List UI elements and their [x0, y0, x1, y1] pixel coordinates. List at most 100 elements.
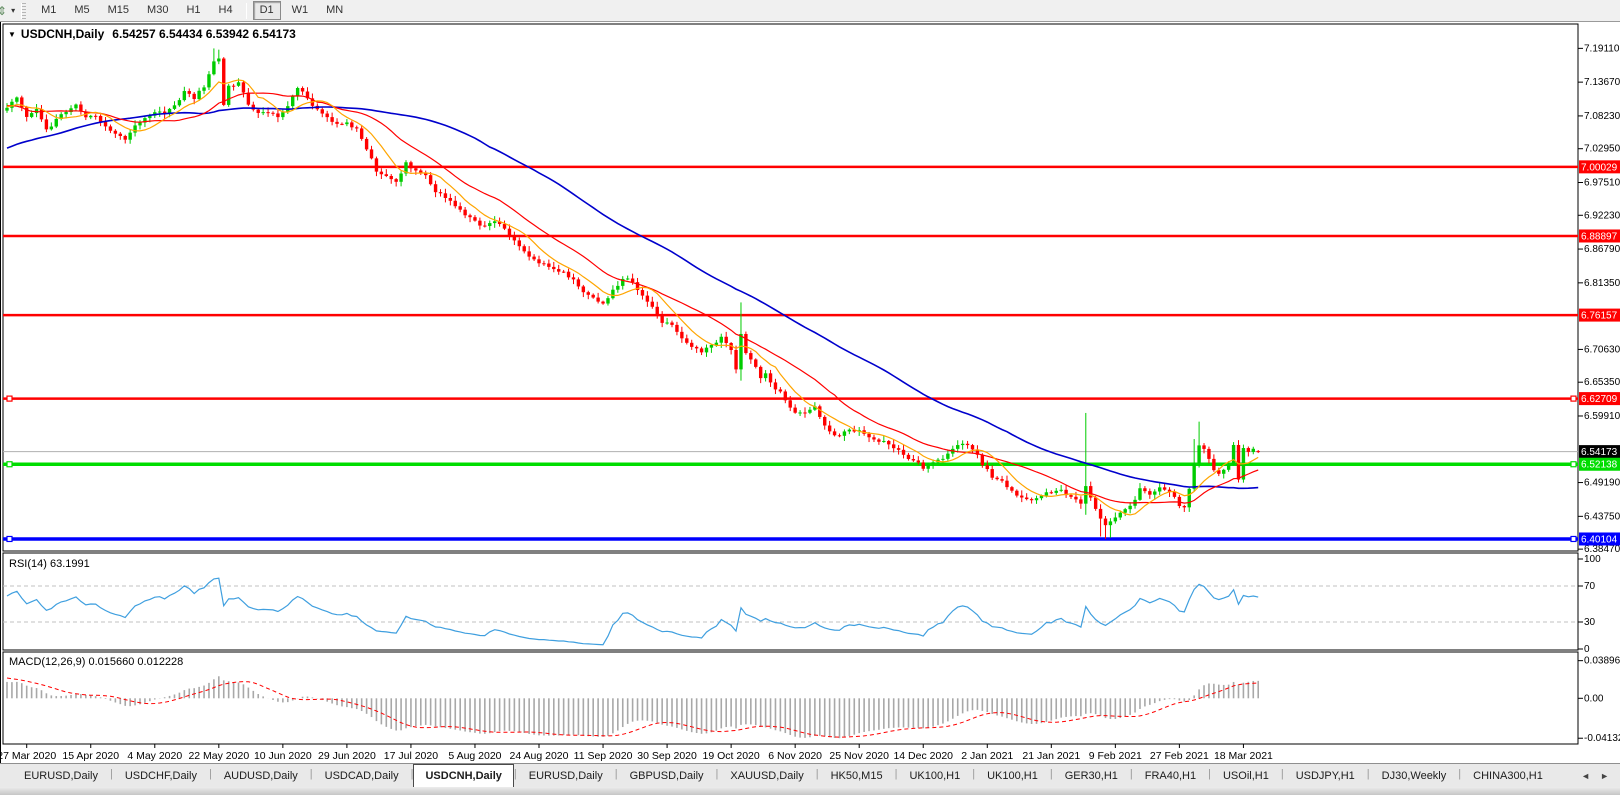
- price-badge-label: 6.40104: [1581, 534, 1618, 545]
- date-tick-label: 9 Feb 2021: [1089, 750, 1142, 762]
- date-tick-label: 6 Nov 2020: [768, 750, 822, 762]
- date-tick-label: 30 Sep 2020: [637, 750, 697, 762]
- chart-tab-bar: EURUSD,Daily | USDCHF,Daily | AUDUSD,Daily | U…: [0, 763, 1620, 787]
- chart-tab-ger30-h1[interactable]: GER30,H1: [1053, 764, 1130, 787]
- macd-tick-label: -0.041322: [1584, 733, 1620, 744]
- level-handle[interactable]: [6, 395, 13, 402]
- rsi-tick-label: 0: [1584, 644, 1590, 655]
- price-tick-label: 7.13670: [1584, 77, 1620, 88]
- chart-tab-hk50-m15[interactable]: HK50,M15: [819, 764, 895, 787]
- period-button-m15[interactable]: M15: [101, 1, 136, 20]
- price-tick-label: 7.19110: [1584, 43, 1620, 54]
- level-handle[interactable]: [1570, 461, 1577, 468]
- price-badge-label: 6.54173: [1581, 447, 1618, 458]
- date-tick-label: 4 May 2020: [127, 750, 182, 762]
- price-chart-canvas[interactable]: 7.19110 7.13670 7.08230 7.02950 6.97510 6.922…: [1, 22, 1620, 763]
- price-tick-label: 6.49190: [1584, 478, 1620, 489]
- price-tick-label: 7.08230: [1584, 111, 1620, 122]
- chart-tab-audusd-daily[interactable]: AUDUSD,Daily: [212, 764, 310, 787]
- date-tick-label: 27 Feb 2021: [1150, 750, 1209, 762]
- price-tick-label: 6.81350: [1584, 278, 1620, 289]
- date-tick-label: 18 Mar 2021: [1214, 750, 1273, 762]
- toolbar-grip[interactable]: [21, 2, 27, 19]
- chart-tab-dj30-weekly[interactable]: DJ30,Weekly: [1370, 764, 1459, 787]
- chart-tab-usdcad-daily[interactable]: USDCAD,Daily: [313, 764, 411, 787]
- ohlc-values: 6.54257 6.54434 6.53942 6.54173: [112, 27, 296, 41]
- date-tick-label: 14 Dec 2020: [893, 750, 953, 762]
- chart-tab-china300-h1[interactable]: CHINA300,H1: [1461, 764, 1555, 787]
- main-price-panel: [2, 23, 1579, 552]
- period-button-m5[interactable]: M5: [67, 1, 96, 20]
- rsi-indicator-label: RSI(14) 63.1991: [9, 558, 90, 570]
- date-axis[interactable]: 27 Mar 2020 15 Apr 2020 4 May 2020 22 May 2…: [1, 744, 1273, 762]
- chart-tab-eurusd-daily[interactable]: EURUSD,Daily: [12, 764, 110, 787]
- date-tick-label: 24 Aug 2020: [510, 750, 569, 762]
- period-button-mn[interactable]: MN: [319, 1, 350, 20]
- macd-tick-label: 0.00: [1584, 693, 1604, 704]
- chart-tab-xauusd-daily[interactable]: XAUUSD,Daily: [718, 764, 815, 787]
- window-bottom-strip: [0, 787, 1620, 795]
- price-badge-label: 7.00029: [1581, 162, 1618, 173]
- date-tick-label: 27 Mar 2020: [1, 750, 56, 762]
- chart-tab-gbpusd-daily[interactable]: GBPUSD,Daily: [618, 764, 716, 787]
- rsi-tick-label: 30: [1584, 617, 1596, 628]
- date-tick-label: 17 Jul 2020: [384, 750, 438, 762]
- collapse-triangle-icon[interactable]: ▼: [8, 30, 16, 39]
- level-handle[interactable]: [6, 535, 13, 543]
- macd-indicator-label: MACD(12,26,9) 0.015660 0.012228: [9, 656, 184, 668]
- price-badge-label: 6.88897: [1581, 231, 1618, 242]
- price-tick-label: 6.43750: [1584, 511, 1620, 522]
- tab-scroll-left-icon[interactable]: ◄: [1576, 771, 1595, 781]
- price-tick-label: 6.97510: [1584, 177, 1620, 188]
- price-tick-label: 6.70630: [1584, 344, 1620, 355]
- level-handle[interactable]: [1570, 395, 1577, 402]
- date-tick-label: 25 Nov 2020: [829, 750, 889, 762]
- timeframe-toolbar: ⇕ ▾ M1 M5 M15 M30 H1 H4 D1 W1 MN: [0, 0, 1620, 22]
- date-tick-label: 2 Jan 2021: [961, 750, 1013, 762]
- chart-tab-usdchf-daily[interactable]: USDCHF,Daily: [113, 764, 209, 787]
- price-badge-label: 6.76157: [1581, 311, 1618, 322]
- chart-tab-uk100-h1[interactable]: UK100,H1: [897, 764, 972, 787]
- rsi-panel: [2, 552, 1579, 651]
- level-handle[interactable]: [6, 461, 13, 468]
- date-tick-label: 21 Jan 2021: [1022, 750, 1080, 762]
- chart-tab-uk100-h1[interactable]: UK100,H1: [975, 764, 1050, 787]
- chart-tab-fra40-h1[interactable]: FRA40,H1: [1133, 764, 1208, 787]
- date-tick-label: 29 Jun 2020: [318, 750, 376, 762]
- chart-tab-usoil-h1[interactable]: USOil,H1: [1211, 764, 1281, 787]
- price-tick-label: 6.86790: [1584, 244, 1620, 255]
- period-button-w1[interactable]: W1: [285, 1, 316, 20]
- toolbar-separator: [245, 2, 247, 19]
- date-tick-label: 5 Aug 2020: [448, 750, 501, 762]
- tab-scroll-arrows: ◄ ►: [1576, 764, 1620, 787]
- caret-down-icon[interactable]: ▾: [9, 6, 19, 15]
- symbol-period-label: USDCNH,Daily: [20, 27, 105, 41]
- rsi-tick-label: 100: [1584, 554, 1601, 565]
- chart-tab-eurusd-daily[interactable]: EURUSD,Daily: [517, 764, 615, 787]
- chart-scroll-tool-icon[interactable]: ⇕: [0, 4, 9, 18]
- price-badge-label: 6.62709: [1581, 394, 1618, 405]
- date-tick-label: 11 Sep 2020: [574, 750, 633, 762]
- price-tick-label: 6.92230: [1584, 210, 1620, 221]
- chart-tab-usdcnh-daily[interactable]: USDCNH,Daily: [413, 764, 514, 787]
- tab-scroll-right-icon[interactable]: ►: [1595, 771, 1614, 781]
- date-tick-label: 19 Oct 2020: [703, 750, 760, 762]
- period-button-d1[interactable]: D1: [252, 1, 281, 20]
- chart-tab-usdjpy-h1[interactable]: USDJPY,H1: [1284, 764, 1367, 787]
- rsi-tick-label: 70: [1584, 581, 1596, 592]
- period-button-m30[interactable]: M30: [140, 1, 175, 20]
- price-tick-label: 7.02950: [1584, 144, 1620, 155]
- level-handle[interactable]: [1570, 535, 1577, 543]
- period-button-m1[interactable]: M1: [34, 1, 63, 20]
- date-tick-label: 22 May 2020: [188, 750, 249, 762]
- date-tick-label: 10 Jun 2020: [254, 750, 312, 762]
- date-tick-label: 15 Apr 2020: [62, 750, 119, 762]
- price-tick-label: 6.65350: [1584, 377, 1620, 388]
- period-button-h1[interactable]: H1: [179, 1, 207, 20]
- price-tick-label: 6.59910: [1584, 411, 1620, 422]
- period-button-h4[interactable]: H4: [212, 1, 240, 20]
- price-badge-label: 6.52138: [1581, 460, 1618, 471]
- macd-tick-label: 0.038962: [1584, 656, 1620, 667]
- chart-title: ▼ USDCNH,Daily 6.54257 6.54434 6.53942 6.5…: [8, 27, 296, 41]
- chart-window[interactable]: ▼ USDCNH,Daily 6.54257 6.54434 6.53942 6.5…: [0, 22, 1620, 763]
